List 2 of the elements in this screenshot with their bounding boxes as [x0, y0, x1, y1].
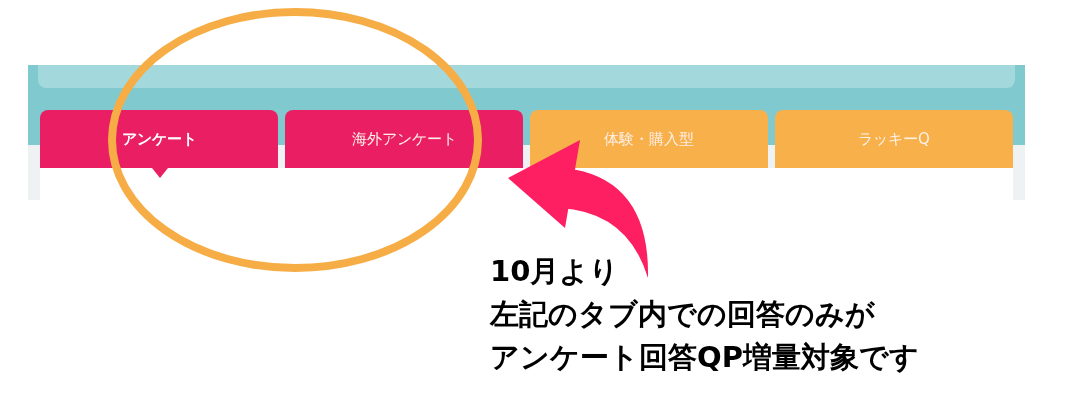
- annotation-text: 10月より 左記のタブ内での回答のみが アンケート回答QP増量対象です: [490, 253, 919, 376]
- category-tab[interactable]: 海外アンケート: [285, 110, 523, 168]
